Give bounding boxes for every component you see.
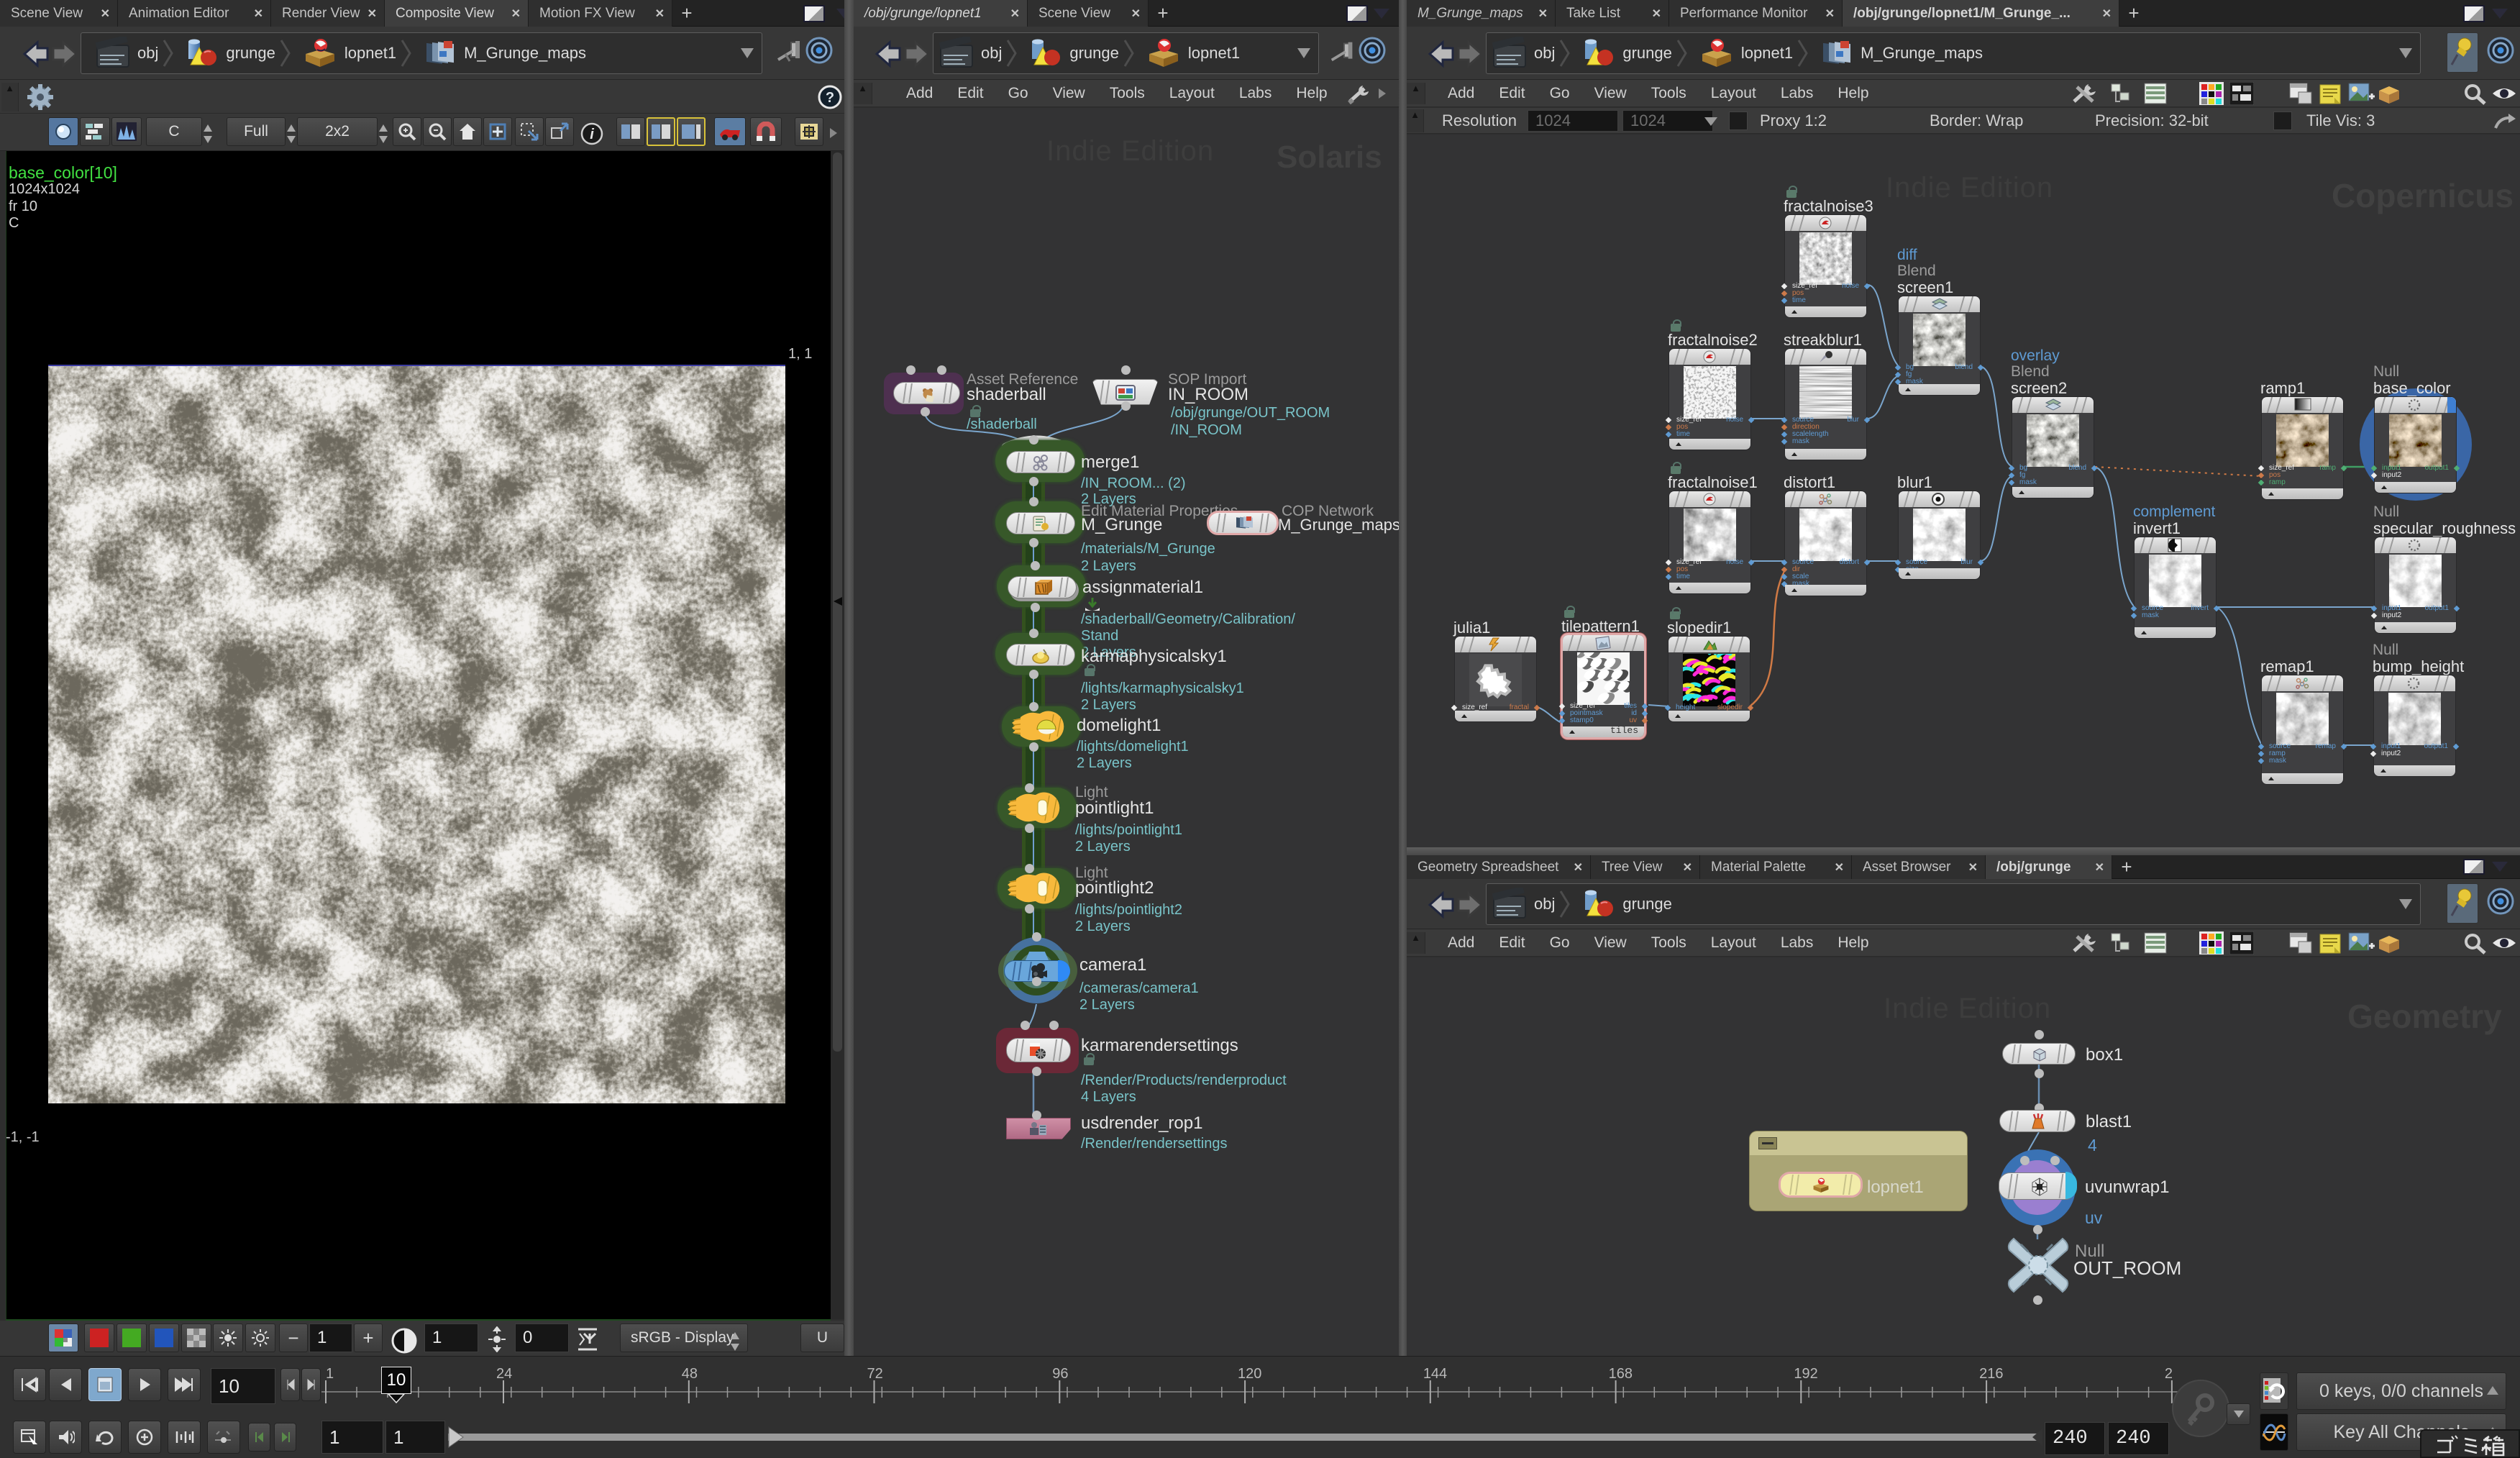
svg-text:?: ? — [826, 90, 834, 106]
svg-text:i: i — [590, 127, 594, 142]
